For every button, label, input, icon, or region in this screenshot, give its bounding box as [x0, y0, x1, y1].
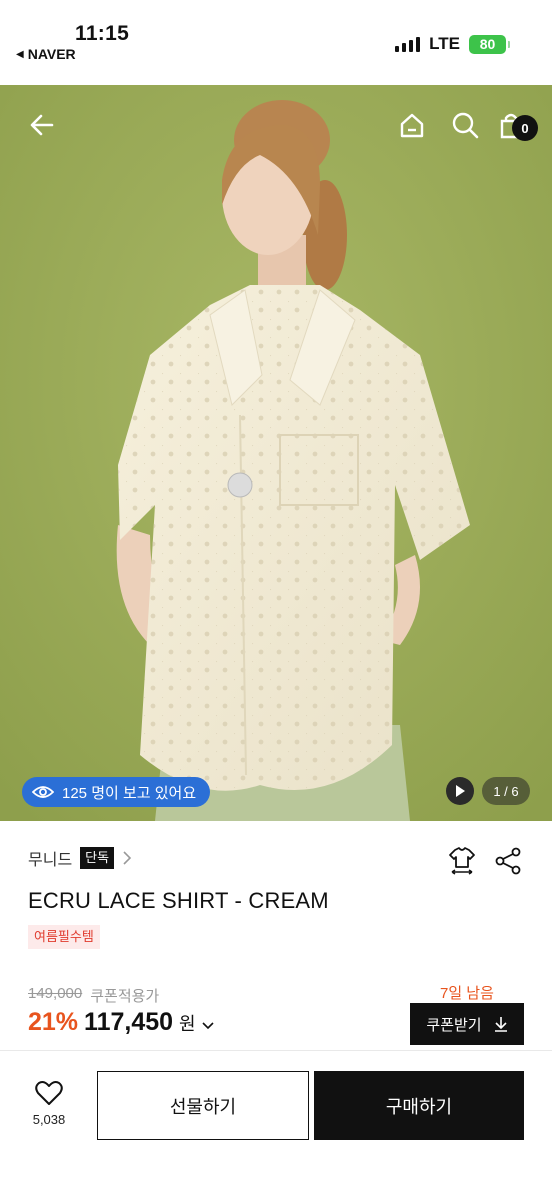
original-price: 149,000	[28, 985, 83, 1002]
gift-button[interactable]: 선물하기	[97, 1071, 309, 1140]
size-guide-icon[interactable]	[448, 846, 476, 876]
play-icon[interactable]	[446, 777, 474, 805]
currency: 원	[179, 1014, 196, 1034]
divider	[0, 1050, 552, 1051]
promo-tag: 여름필수템	[28, 925, 100, 949]
battery-icon: 80	[469, 34, 510, 54]
home-icon[interactable]	[392, 105, 432, 145]
days-left: 7일 남음	[440, 985, 494, 1002]
final-price: 117,450	[84, 1008, 174, 1036]
viewers-badge: 125 명이 보고 있어요	[22, 777, 211, 807]
eye-icon	[32, 786, 54, 798]
brand-link[interactable]: 무니드 단독	[28, 846, 132, 870]
product-photo	[0, 85, 552, 821]
share-icon[interactable]	[494, 846, 522, 876]
heart-icon	[35, 1081, 63, 1105]
brand-name: 무니드	[28, 852, 73, 869]
search-icon[interactable]	[445, 105, 485, 145]
network-type: LTE	[429, 34, 460, 53]
product-image-carousel[interactable]: 0 125 명이 보고 있어요 1 / 6	[0, 85, 552, 821]
product-actions	[448, 846, 522, 876]
coupon-button-label: 쿠폰받기	[426, 1016, 482, 1034]
signal-icon	[395, 36, 421, 52]
back-app-name: NAVER	[27, 46, 76, 62]
original-price-row: 149,000 쿠폰적용가	[28, 985, 159, 1006]
image-counter: 1 / 6	[482, 777, 530, 805]
cart-count-badge: 0	[512, 115, 538, 141]
status-time: 11:15	[75, 22, 130, 45]
get-coupon-button[interactable]: 쿠폰받기	[410, 1003, 524, 1045]
back-arrow-icon[interactable]	[22, 105, 62, 145]
download-icon	[494, 1017, 507, 1032]
back-to-app-link[interactable]: ◀ NAVER	[16, 46, 76, 62]
chevron-down-icon	[202, 1022, 214, 1030]
battery-level: 80	[479, 36, 496, 52]
product-title: ECRU LACE SHIRT - CREAM	[28, 888, 329, 913]
status-bar: 11:15 ◀ NAVER LTE 80	[0, 0, 552, 85]
coupon-price-label: 쿠폰적용가	[90, 988, 160, 1005]
price-row[interactable]: 21% 117,450 원	[28, 1008, 214, 1037]
status-indicators: LTE 80	[395, 34, 510, 54]
like-button[interactable]: 5,038	[22, 1080, 76, 1127]
exclusive-badge: 단독	[80, 847, 115, 869]
viewers-text: 125 명이 보고 있어요	[62, 784, 197, 802]
chevron-right-icon	[123, 851, 132, 865]
like-count: 5,038	[32, 1112, 66, 1127]
back-triangle-icon: ◀	[16, 48, 24, 60]
discount-rate: 21%	[28, 1008, 79, 1036]
buy-button[interactable]: 구매하기	[314, 1071, 524, 1140]
